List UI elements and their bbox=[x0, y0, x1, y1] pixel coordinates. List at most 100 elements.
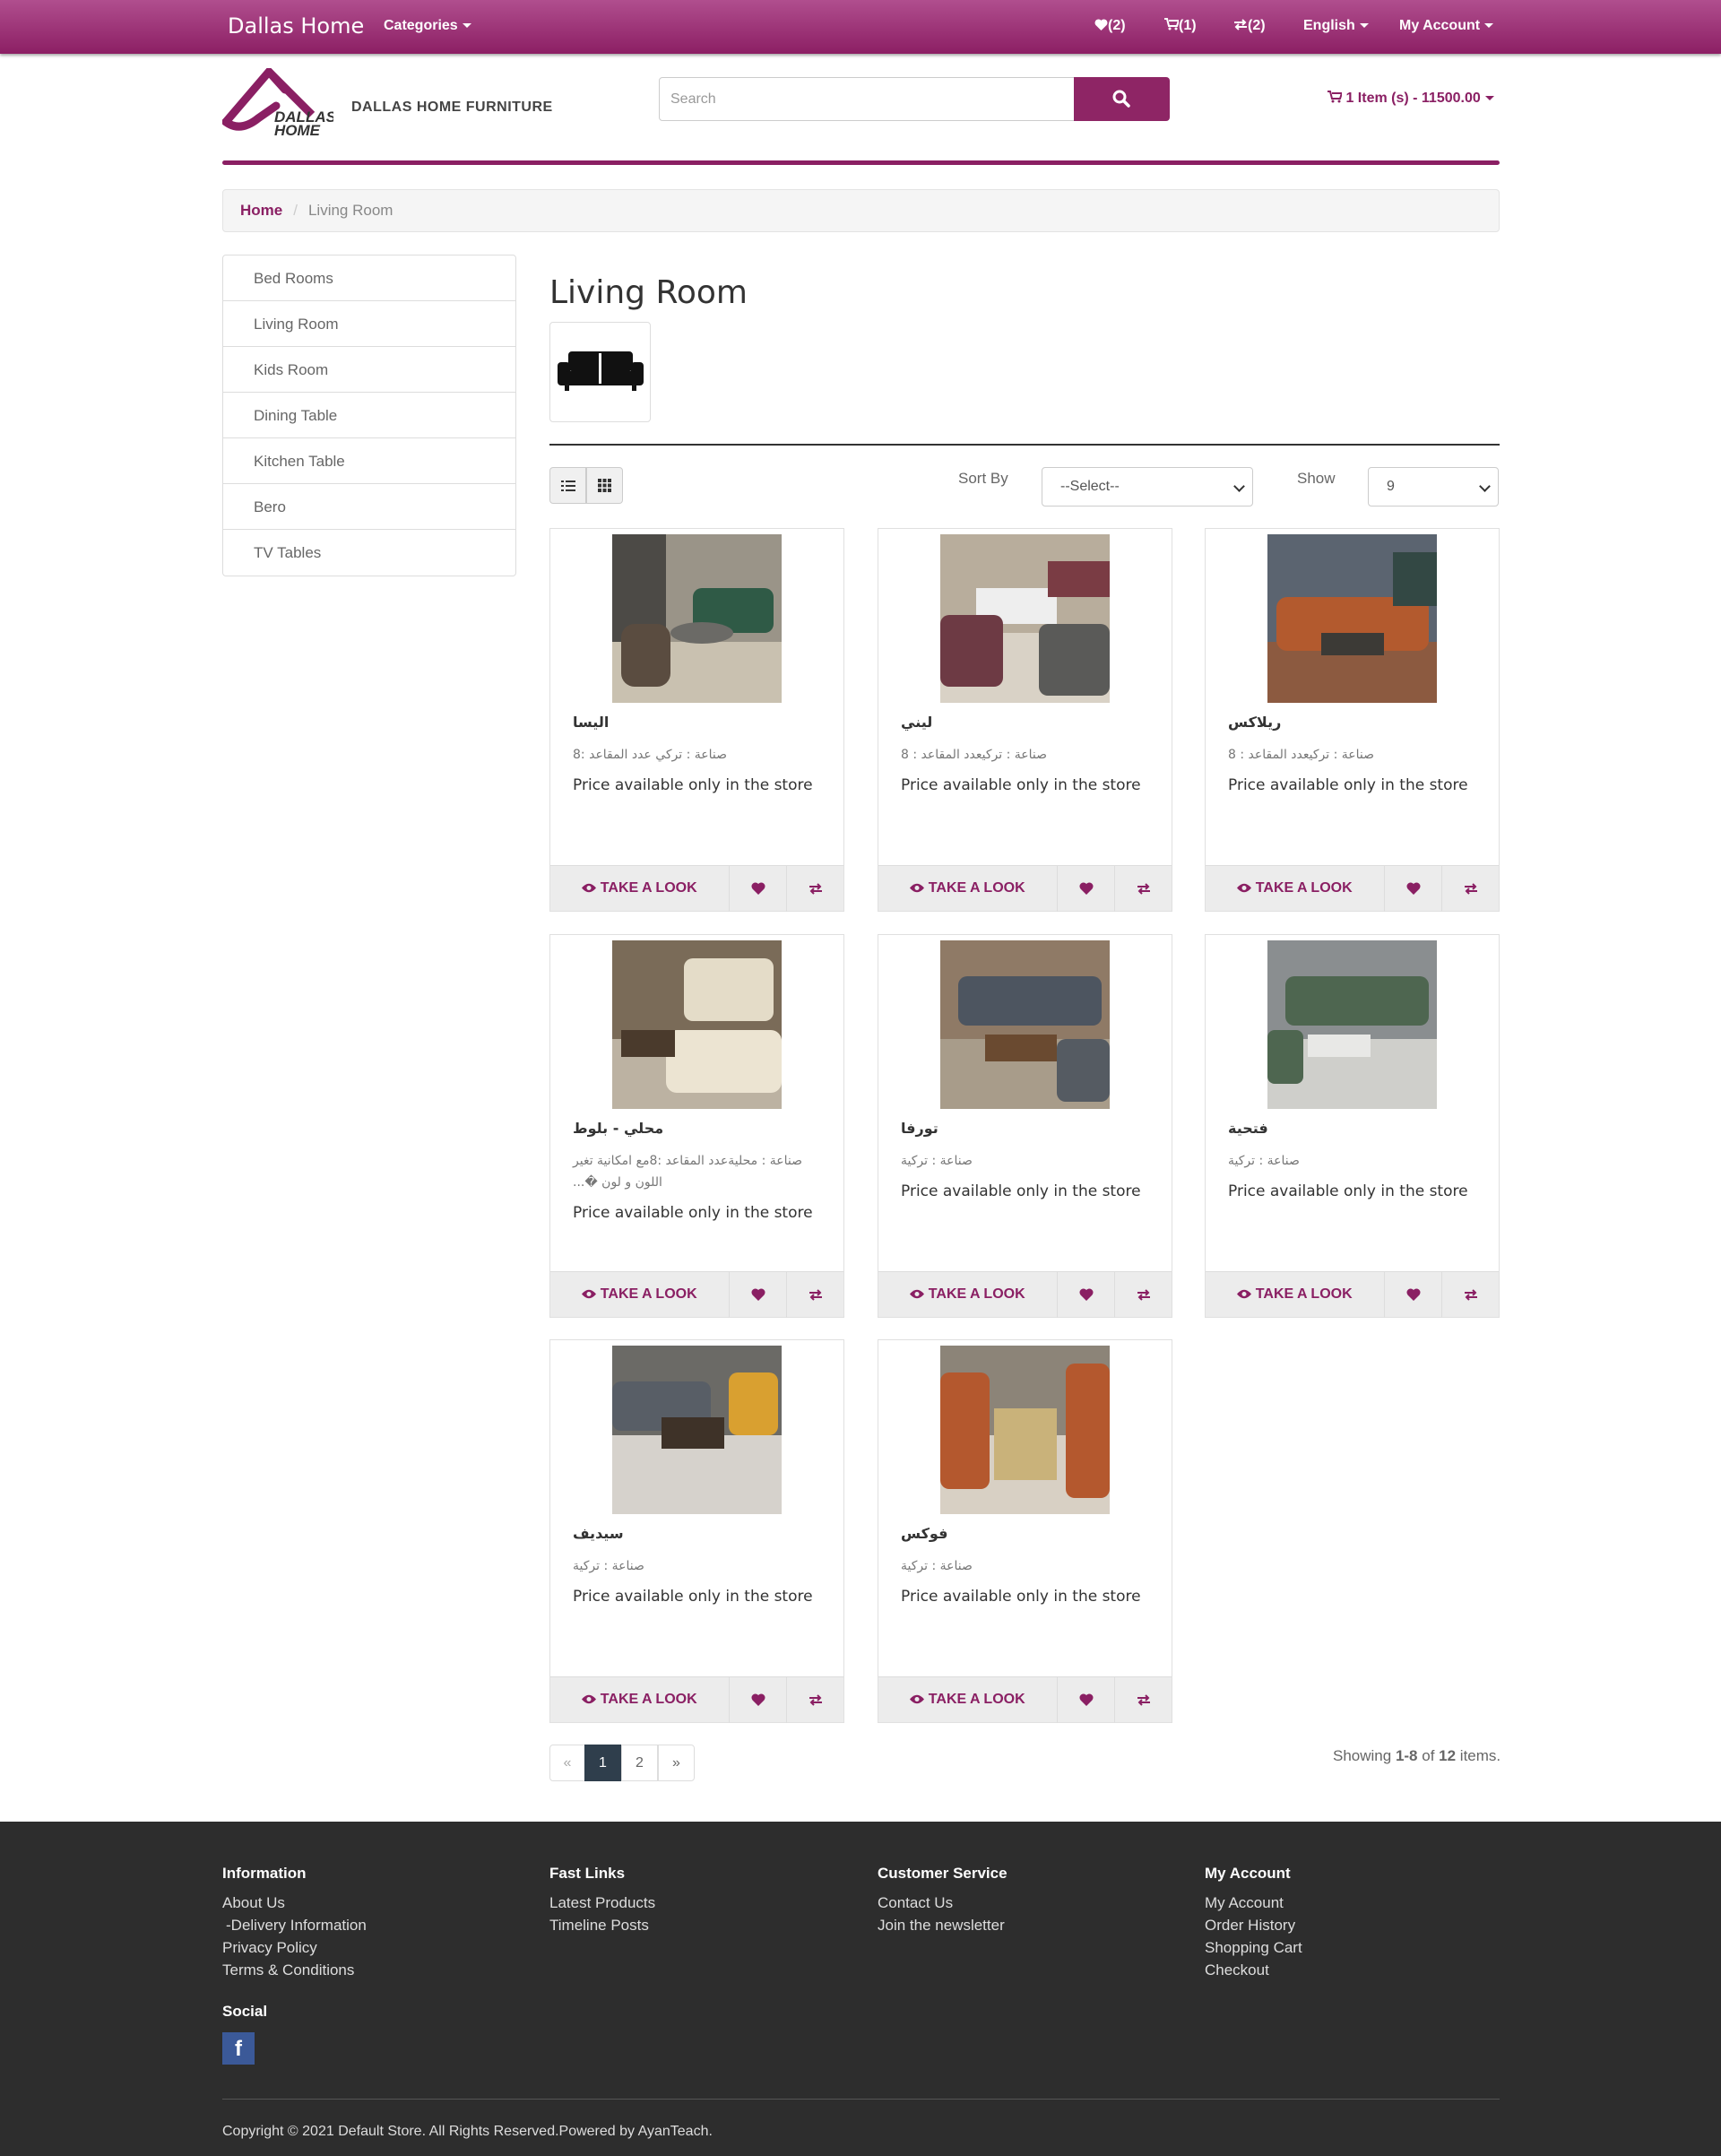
footer-link[interactable]: Terms & Conditions bbox=[222, 1959, 367, 1981]
product-image[interactable] bbox=[940, 534, 1110, 703]
chevron-down-icon bbox=[1484, 23, 1494, 29]
sidebar-item-kitchen-table[interactable]: Kitchen Table bbox=[223, 438, 515, 484]
product-name[interactable]: فتحية bbox=[1228, 1120, 1479, 1137]
footer-heading: Information bbox=[222, 1865, 307, 1882]
sidebar-item-tv-tables[interactable]: TV Tables bbox=[223, 530, 515, 576]
product-image[interactable] bbox=[940, 1346, 1110, 1514]
product-actions: TAKE A LOOK bbox=[550, 1676, 843, 1723]
showing-prefix: Showing bbox=[1333, 1747, 1396, 1764]
cart-link[interactable]: (1) bbox=[1164, 18, 1197, 34]
search-button[interactable] bbox=[1074, 77, 1170, 121]
search-input[interactable]: Search bbox=[659, 77, 1075, 121]
take-a-look-button[interactable]: TAKE A LOOK bbox=[878, 1677, 1058, 1723]
product-actions: TAKE A LOOK bbox=[1206, 1271, 1499, 1318]
footer-link[interactable]: Order History bbox=[1205, 1914, 1302, 1936]
add-to-wishlist-button[interactable] bbox=[1385, 1272, 1442, 1318]
take-a-look-button[interactable]: TAKE A LOOK bbox=[1206, 1272, 1385, 1318]
product-image[interactable] bbox=[612, 534, 782, 703]
footer-link[interactable]: Latest Products bbox=[549, 1892, 655, 1914]
brand-link[interactable]: Dallas Home bbox=[228, 13, 364, 39]
footer-link[interactable]: Privacy Policy bbox=[222, 1936, 367, 1959]
heart-icon bbox=[1078, 882, 1094, 895]
take-a-look-button[interactable]: TAKE A LOOK bbox=[878, 1272, 1058, 1318]
sidebar-item-dining-table[interactable]: Dining Table bbox=[223, 393, 515, 438]
footer-link[interactable]: Timeline Posts bbox=[549, 1914, 655, 1936]
show-select[interactable]: 9 bbox=[1368, 467, 1499, 507]
store-logo[interactable]: DALLAS HOME bbox=[221, 65, 337, 140]
footer-link[interactable]: Contact Us bbox=[878, 1892, 1008, 1914]
cart-count: (1) bbox=[1179, 18, 1197, 33]
product-name[interactable]: اليسا bbox=[573, 714, 824, 731]
wishlist-link[interactable]: (2) bbox=[1094, 18, 1126, 34]
chevron-down-icon bbox=[1484, 96, 1494, 101]
product-card: اليسا صناعة : تركي عدد المقاعد :8 Price … bbox=[549, 528, 844, 912]
categories-menu[interactable]: Categories bbox=[384, 18, 471, 34]
product-image[interactable] bbox=[1267, 534, 1437, 703]
take-a-look-button[interactable]: TAKE A LOOK bbox=[550, 866, 730, 912]
product-image[interactable] bbox=[612, 1346, 782, 1514]
add-to-compare-button[interactable] bbox=[787, 866, 843, 912]
facebook-icon[interactable]: f bbox=[222, 2032, 255, 2065]
logo-text-home: HOME bbox=[274, 122, 321, 139]
footer-link[interactable]: About Us bbox=[222, 1892, 367, 1914]
sidebar-item-kids-room[interactable]: Kids Room bbox=[223, 347, 515, 393]
take-a-look-button[interactable]: TAKE A LOOK bbox=[550, 1677, 730, 1723]
cart-summary[interactable]: 1 Item (s) - 11500.00 bbox=[1328, 91, 1494, 107]
sort-select[interactable]: --Select-- bbox=[1042, 467, 1253, 507]
sidebar-item-bero[interactable]: Bero bbox=[223, 484, 515, 530]
add-to-wishlist-button[interactable] bbox=[730, 866, 787, 912]
pagination-next[interactable]: » bbox=[658, 1745, 695, 1781]
sidebar-item-living-room[interactable]: Living Room bbox=[223, 301, 515, 347]
product-name[interactable]: محلي - بلوط bbox=[573, 1120, 824, 1137]
add-to-wishlist-button[interactable] bbox=[1058, 866, 1115, 912]
add-to-compare-button[interactable] bbox=[1115, 1677, 1172, 1723]
heart-icon bbox=[750, 1693, 765, 1706]
footer-link[interactable]: Shopping Cart bbox=[1205, 1936, 1302, 1959]
add-to-compare-button[interactable] bbox=[1115, 1272, 1172, 1318]
footer-link[interactable]: Join the newsletter bbox=[878, 1914, 1008, 1936]
add-to-wishlist-button[interactable] bbox=[1385, 866, 1442, 912]
account-menu[interactable]: My Account bbox=[1399, 18, 1494, 34]
product-name[interactable]: تورفا bbox=[901, 1120, 1152, 1137]
product-description: صناعة : تركية bbox=[1228, 1154, 1300, 1168]
product-name[interactable]: ليني bbox=[901, 714, 1152, 731]
product-image[interactable] bbox=[612, 940, 782, 1109]
breadcrumb-home[interactable]: Home bbox=[240, 202, 282, 219]
take-a-look-button[interactable]: TAKE A LOOK bbox=[550, 1272, 730, 1318]
product-name[interactable]: ريلاكس bbox=[1228, 714, 1479, 731]
compare-icon bbox=[1234, 19, 1247, 30]
product-image[interactable] bbox=[1267, 940, 1437, 1109]
take-a-look-label: TAKE A LOOK bbox=[928, 1286, 1025, 1302]
add-to-wishlist-button[interactable] bbox=[730, 1677, 787, 1723]
product-price: Price available only in the store bbox=[1228, 776, 1468, 794]
pagination-page-2[interactable]: 2 bbox=[621, 1745, 658, 1781]
add-to-wishlist-button[interactable] bbox=[1058, 1677, 1115, 1723]
list-view-button[interactable] bbox=[549, 467, 586, 504]
pagination-page-1[interactable]: 1 bbox=[584, 1745, 621, 1781]
add-to-wishlist-button[interactable] bbox=[730, 1272, 787, 1318]
take-a-look-button[interactable]: TAKE A LOOK bbox=[1206, 866, 1385, 912]
add-to-compare-button[interactable] bbox=[787, 1677, 843, 1723]
grid-view-button[interactable] bbox=[586, 467, 623, 504]
pagination-prev[interactable]: « bbox=[549, 1745, 585, 1781]
footer-link[interactable]: -Delivery Information bbox=[222, 1914, 367, 1936]
product-name[interactable]: سيديف bbox=[573, 1525, 824, 1542]
footer-link[interactable]: My Account bbox=[1205, 1892, 1302, 1914]
add-to-compare-button[interactable] bbox=[1115, 866, 1172, 912]
compare-icon bbox=[1137, 883, 1150, 895]
add-to-wishlist-button[interactable] bbox=[1058, 1272, 1115, 1318]
compare-link[interactable]: (2) bbox=[1233, 18, 1266, 34]
add-to-compare-button[interactable] bbox=[1442, 866, 1499, 912]
take-a-look-button[interactable]: TAKE A LOOK bbox=[878, 866, 1058, 912]
product-name[interactable]: فوكس bbox=[901, 1525, 1152, 1542]
cart-icon bbox=[1328, 91, 1344, 103]
add-to-compare-button[interactable] bbox=[787, 1272, 843, 1318]
language-menu[interactable]: English bbox=[1303, 18, 1369, 34]
category-sidebar: Bed Rooms Living Room Kids Room Dining T… bbox=[222, 255, 516, 576]
sidebar-item-bed-rooms[interactable]: Bed Rooms bbox=[223, 255, 515, 301]
product-card: فوكس صناعة : تركية Price available only … bbox=[878, 1339, 1172, 1723]
product-image[interactable] bbox=[940, 940, 1110, 1109]
add-to-compare-button[interactable] bbox=[1442, 1272, 1499, 1318]
footer-link[interactable]: Checkout bbox=[1205, 1959, 1302, 1981]
take-a-look-label: TAKE A LOOK bbox=[600, 1286, 697, 1302]
